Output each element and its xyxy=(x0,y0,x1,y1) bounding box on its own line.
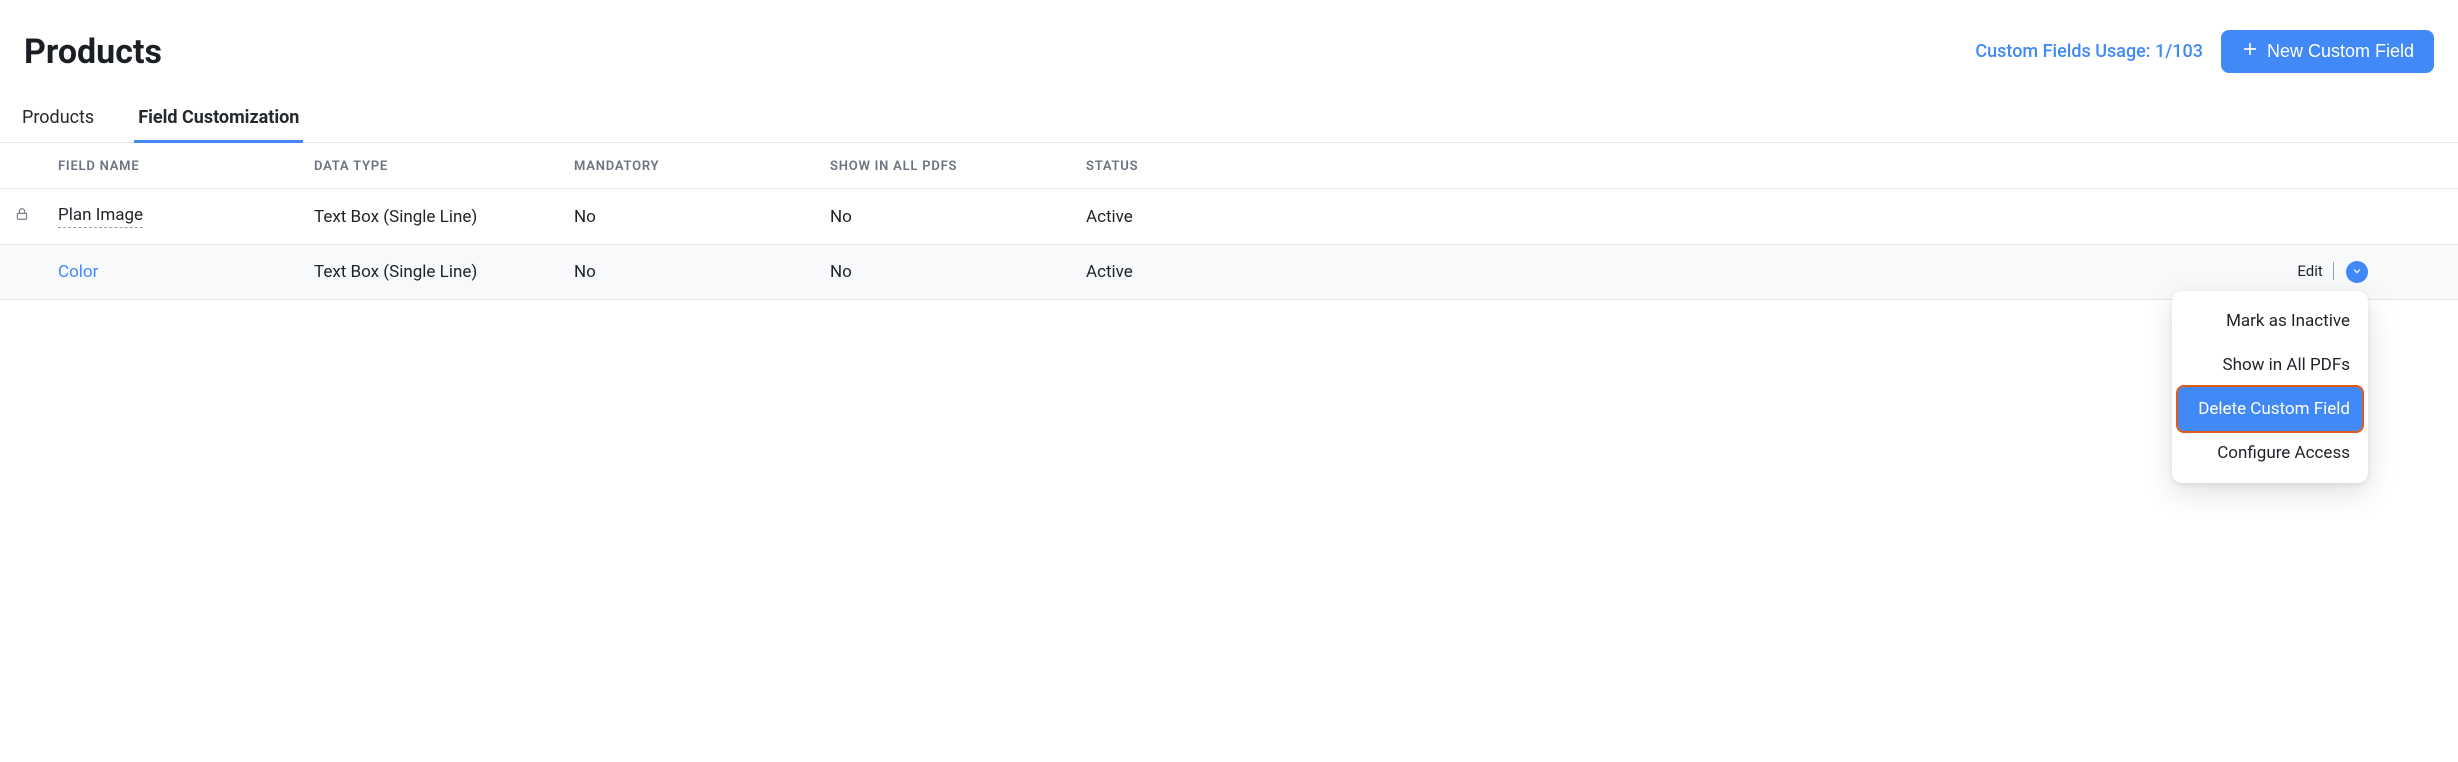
column-header-show-pdfs: SHOW IN ALL PDFS xyxy=(816,143,1072,189)
field-name-link[interactable]: Color xyxy=(58,262,98,282)
dropdown-item-delete-custom-field[interactable]: Delete Custom Field xyxy=(2178,387,2362,431)
column-header-field-name: FIELD NAME xyxy=(44,143,300,189)
dropdown-item-configure-access[interactable]: Configure Access xyxy=(2178,431,2362,475)
plus-icon xyxy=(2241,40,2259,63)
tab-field-customization[interactable]: Field Customization xyxy=(134,97,303,143)
lock-icon xyxy=(14,207,30,227)
row-actions-dropdown-trigger[interactable] xyxy=(2346,261,2368,283)
chevron-down-icon xyxy=(2351,262,2363,282)
column-header-status: STATUS xyxy=(1072,143,1272,189)
new-custom-field-button[interactable]: New Custom Field xyxy=(2221,30,2434,73)
column-header-mandatory: MANDATORY xyxy=(560,143,816,189)
page-title: Products xyxy=(24,32,162,72)
mandatory-cell: No xyxy=(560,245,816,300)
show-pdfs-cell: No xyxy=(816,245,1072,300)
status-cell: Active xyxy=(1072,245,1272,300)
table-row: Plan Image Text Box (Single Line) No No … xyxy=(0,189,2458,245)
dropdown-item-mark-inactive[interactable]: Mark as Inactive xyxy=(2178,299,2362,343)
edit-button[interactable]: Edit xyxy=(2297,262,2333,280)
tab-products[interactable]: Products xyxy=(18,97,98,143)
custom-fields-usage-link[interactable]: Custom Fields Usage: 1/103 xyxy=(1975,41,2203,62)
mandatory-cell: No xyxy=(560,189,816,245)
tabs: Products Field Customization xyxy=(0,97,2458,143)
dropdown-item-show-in-pdfs[interactable]: Show in All PDFs xyxy=(2178,343,2362,387)
field-name-cell: Plan Image xyxy=(58,205,143,228)
data-type-cell: Text Box (Single Line) xyxy=(300,245,560,300)
show-pdfs-cell: No xyxy=(816,189,1072,245)
new-button-label: New Custom Field xyxy=(2267,41,2414,62)
page-header: Products Custom Fields Usage: 1/103 New … xyxy=(0,20,2458,97)
custom-fields-table: FIELD NAME DATA TYPE MANDATORY SHOW IN A… xyxy=(0,143,2458,300)
column-header-data-type: DATA TYPE xyxy=(300,143,560,189)
data-type-cell: Text Box (Single Line) xyxy=(300,189,560,245)
status-cell: Active xyxy=(1072,189,1272,245)
table-row: Color Text Box (Single Line) No No Activ… xyxy=(0,245,2458,300)
row-actions-dropdown: Mark as Inactive Show in All PDFs Delete… xyxy=(2172,291,2368,483)
